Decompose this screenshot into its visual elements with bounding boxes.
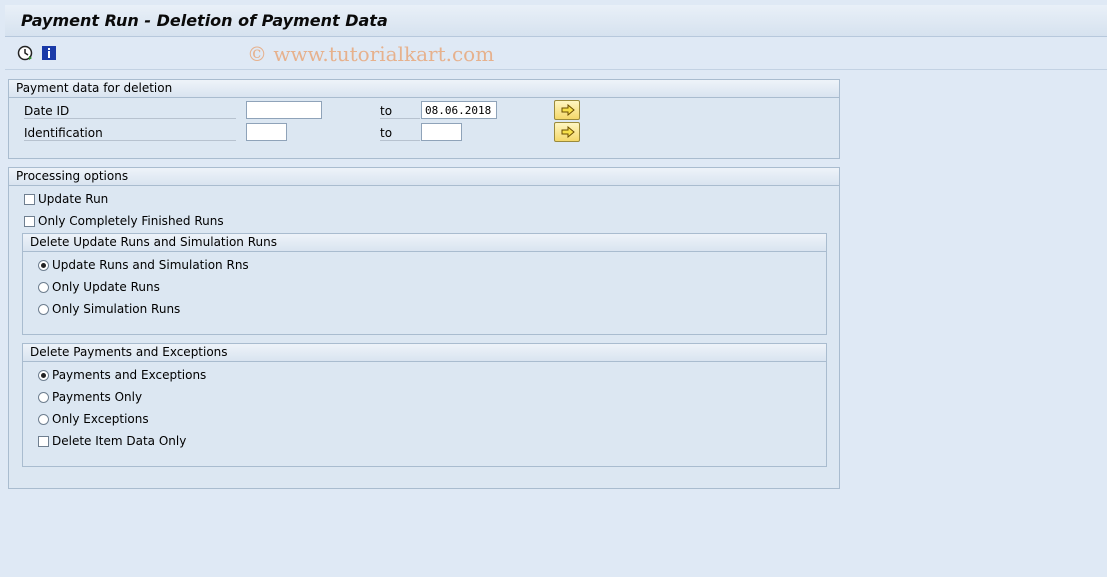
- radio-label: Only Simulation Runs: [52, 302, 181, 316]
- group-heading: Payment data for deletion: [9, 80, 839, 98]
- identification-multiple-selection-button[interactable]: [554, 122, 580, 142]
- date-id-to-input[interactable]: [421, 101, 497, 119]
- delete-payments-group: Delete Payments and Exceptions Payments …: [22, 343, 827, 467]
- identification-to-input[interactable]: [421, 123, 462, 141]
- radio-label: Update Runs and Simulation Rns: [52, 258, 249, 272]
- completely-finished-label: Only Completely Finished Runs: [38, 214, 224, 228]
- update-run-label: Update Run: [38, 192, 109, 206]
- page-title: Payment Run - Deletion of Payment Data: [21, 11, 388, 30]
- date-id-label: Date ID: [24, 104, 236, 119]
- main-area: Payment data for deletion Date ID to Ide…: [5, 70, 1107, 577]
- information-icon[interactable]: [41, 45, 57, 61]
- radio-only-simulation-runs[interactable]: [38, 304, 49, 315]
- identification-from-input[interactable]: [246, 123, 287, 141]
- delete-item-data-label: Delete Item Data Only: [52, 434, 187, 448]
- date-id-multiple-selection-button[interactable]: [554, 100, 580, 120]
- payment-data-group: Payment data for deletion Date ID to Ide…: [8, 79, 840, 159]
- date-id-from-input[interactable]: [246, 101, 322, 119]
- identification-label: Identification: [24, 126, 236, 141]
- processing-options-group: Processing options Update Run Only Compl…: [8, 167, 840, 489]
- radio-label: Only Exceptions: [52, 412, 149, 426]
- execute-clock-icon[interactable]: [17, 45, 33, 61]
- update-run-checkbox[interactable]: [24, 194, 35, 205]
- radio-payments-only[interactable]: [38, 392, 49, 403]
- group-heading: Delete Payments and Exceptions: [23, 344, 826, 362]
- group-heading: Processing options: [9, 168, 839, 186]
- delete-item-data-checkbox[interactable]: [38, 436, 49, 447]
- group-heading: Delete Update Runs and Simulation Runs: [23, 234, 826, 252]
- arrow-right-icon: [561, 126, 575, 138]
- watermark: © www.tutorialkart.com: [247, 42, 495, 66]
- delete-runs-group: Delete Update Runs and Simulation Runs U…: [22, 233, 827, 335]
- identification-to-label: to: [380, 126, 420, 141]
- radio-payments-and-exceptions[interactable]: [38, 370, 49, 381]
- radio-only-exceptions[interactable]: [38, 414, 49, 425]
- date-id-to-label: to: [380, 104, 420, 119]
- completely-finished-checkbox[interactable]: [24, 216, 35, 227]
- radio-update-and-simulation-runs[interactable]: [38, 260, 49, 271]
- title-bar: Payment Run - Deletion of Payment Data: [5, 5, 1107, 37]
- radio-label: Only Update Runs: [52, 280, 160, 294]
- radio-only-update-runs[interactable]: [38, 282, 49, 293]
- radio-label: Payments and Exceptions: [52, 368, 207, 382]
- arrow-right-icon: [561, 104, 575, 116]
- radio-label: Payments Only: [52, 390, 143, 404]
- application-toolbar: [5, 37, 1107, 70]
